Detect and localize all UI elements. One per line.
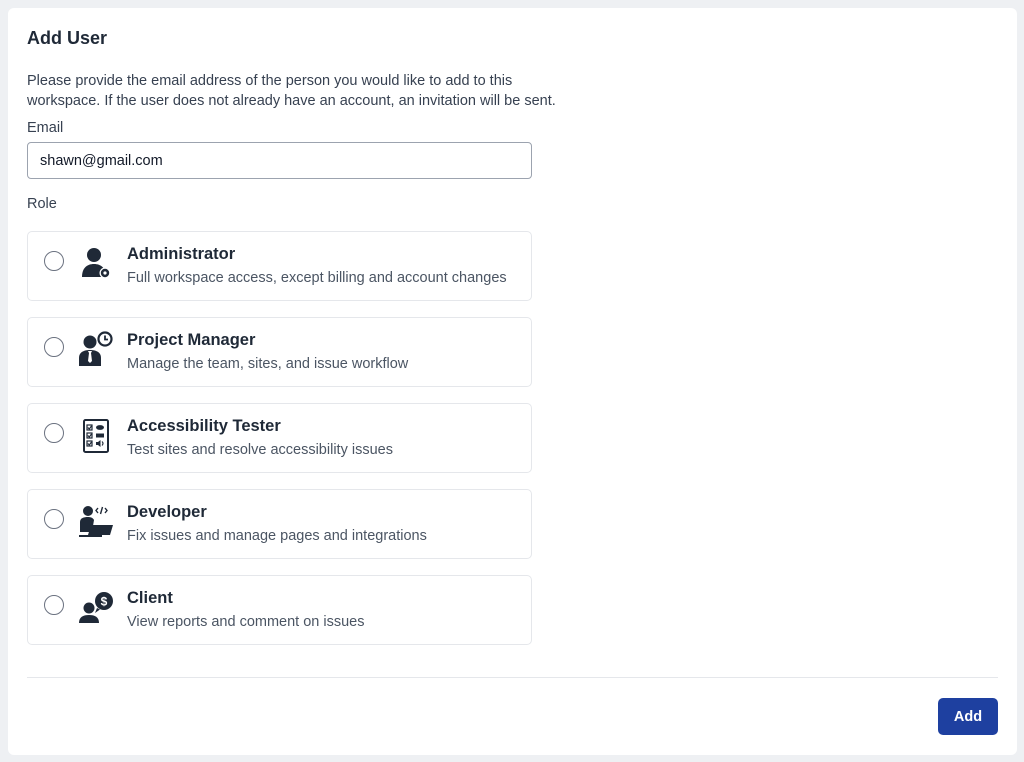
- role-list: Administrator Full workspace access, exc…: [27, 231, 532, 661]
- add-user-dialog: Add User Please provide the email addres…: [8, 8, 1017, 755]
- role-label: Role: [27, 196, 57, 212]
- role-option-developer[interactable]: Developer Fix issues and manage pages an…: [27, 489, 532, 559]
- role-description: Fix issues and manage pages and integrat…: [127, 528, 427, 544]
- role-description: View reports and comment on issues: [127, 614, 365, 630]
- role-name: Accessibility Tester: [127, 417, 281, 435]
- checklist-icon: [76, 416, 116, 456]
- role-radio-developer[interactable]: [44, 509, 64, 529]
- client-dollar-icon: $: [76, 588, 116, 628]
- role-option-client[interactable]: $ Client View reports and comment on iss…: [27, 575, 532, 645]
- role-name: Project Manager: [127, 331, 256, 349]
- role-option-accessibility-tester[interactable]: Accessibility Tester Test sites and reso…: [27, 403, 532, 473]
- role-radio-accessibility-tester[interactable]: [44, 423, 64, 443]
- manager-clock-icon: [76, 330, 116, 370]
- svg-text:$: $: [101, 595, 108, 609]
- add-button[interactable]: Add: [938, 698, 998, 735]
- email-field[interactable]: [27, 142, 532, 179]
- role-description: Test sites and resolve accessibility iss…: [127, 442, 393, 458]
- dialog-description: Please provide the email address of the …: [27, 73, 556, 109]
- role-description: Full workspace access, except billing an…: [127, 270, 507, 286]
- role-option-administrator[interactable]: Administrator Full workspace access, exc…: [27, 231, 532, 301]
- developer-laptop-code-icon: [76, 502, 116, 542]
- email-label: Email: [27, 120, 64, 136]
- dialog-title: Add User: [27, 28, 108, 48]
- footer-divider: [27, 677, 998, 678]
- role-radio-project-manager[interactable]: [44, 337, 64, 357]
- role-radio-administrator[interactable]: [44, 251, 64, 271]
- admin-user-gear-icon: [76, 244, 116, 284]
- role-name: Administrator: [127, 245, 236, 263]
- role-name: Client: [127, 589, 173, 607]
- role-name: Developer: [127, 503, 207, 521]
- role-radio-client[interactable]: [44, 595, 64, 615]
- role-description: Manage the team, sites, and issue workfl…: [127, 356, 409, 372]
- role-option-project-manager[interactable]: Project Manager Manage the team, sites, …: [27, 317, 532, 387]
